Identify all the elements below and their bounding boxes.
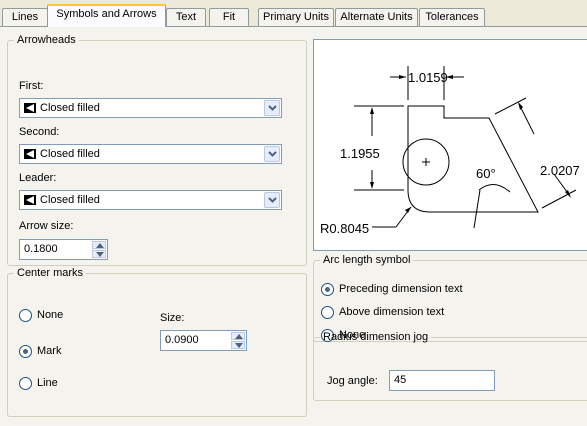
radio-circle xyxy=(321,283,334,296)
radius-jog-legend: Radius dimension jog xyxy=(323,331,429,343)
second-arrowhead-value: Closed filled xyxy=(40,148,100,160)
tab-lines[interactable]: Lines xyxy=(2,8,48,26)
jog-angle-input[interactable]: 45 xyxy=(389,370,495,391)
chevron-down-icon[interactable] xyxy=(264,146,280,162)
center-marks-legend: Center marks xyxy=(17,267,84,279)
dimension-preview: 1.0159 1.1955 2.0207 60° R0.8045 xyxy=(313,39,587,251)
angle-text: 60° xyxy=(476,166,496,181)
arrow-size-label: Arrow size: xyxy=(19,220,74,232)
arrowhead xyxy=(370,182,374,189)
radio-circle xyxy=(321,306,334,319)
angle-arc xyxy=(478,184,511,193)
radio-label: Line xyxy=(37,377,58,389)
closed-filled-arrow-icon xyxy=(24,103,36,113)
jog-angle-value: 45 xyxy=(394,374,407,386)
spin-up-button[interactable] xyxy=(92,241,106,249)
center-size-label: Size: xyxy=(160,312,185,324)
chevron-down-icon[interactable] xyxy=(264,192,280,208)
center-marks-group: Center marks None Mark Line Size: 0.0900 xyxy=(7,267,307,417)
tab-strip: Lines Symbols and Arrows Text Fit Primar… xyxy=(0,0,587,27)
spin-down-button[interactable] xyxy=(92,250,106,258)
first-arrowhead-select[interactable]: Closed filled xyxy=(19,98,282,118)
angle-leader xyxy=(473,189,481,229)
tab-panel: Arrowheads First: Closed filled Second: … xyxy=(0,26,587,426)
tab-label: Alternate Units xyxy=(340,11,413,23)
spin-up-button[interactable] xyxy=(231,332,245,340)
preview-drawing: 1.0159 1.1955 2.0207 60° R0.8045 xyxy=(320,66,580,236)
first-arrowhead-value: Closed filled xyxy=(40,102,100,114)
dim-right-text: 2.0207 xyxy=(540,163,580,178)
radio-circle xyxy=(19,309,32,322)
part-outline xyxy=(407,105,539,213)
radius-jog-group: Radius dimension jog Jog angle: 45 xyxy=(313,331,587,401)
radio-selected-dot xyxy=(325,287,330,292)
arrowhead xyxy=(405,207,411,213)
closed-filled-arrow-icon xyxy=(24,195,36,205)
extension-line xyxy=(541,189,577,209)
tab-primary-units[interactable]: Primary Units xyxy=(258,8,334,26)
spin-buttons xyxy=(92,241,106,258)
arrowhead xyxy=(370,107,374,114)
leader-label: Leader: xyxy=(19,172,57,184)
first-label: First: xyxy=(19,80,44,92)
radio-selected-dot xyxy=(23,349,28,354)
tab-fit[interactable]: Fit xyxy=(209,8,249,26)
dim-left-text: 1.1955 xyxy=(340,146,380,161)
tab-tolerances[interactable]: Tolerances xyxy=(419,8,485,26)
arc-length-legend: Arc length symbol xyxy=(323,254,411,266)
chevron-down-icon[interactable] xyxy=(264,100,280,116)
arrow-size-value: 0.1800 xyxy=(24,243,58,255)
tab-text[interactable]: Text xyxy=(166,8,206,26)
second-label: Second: xyxy=(19,126,60,138)
leader-arrowhead-value: Closed filled xyxy=(40,194,100,206)
spin-buttons xyxy=(231,332,245,349)
tab-label: Symbols and Arrows xyxy=(56,8,157,20)
arrowhead xyxy=(399,75,406,79)
second-arrowhead-select[interactable]: Closed filled xyxy=(19,144,282,164)
radio-label: None xyxy=(37,309,64,321)
radio-circle xyxy=(19,345,32,358)
spin-down-button[interactable] xyxy=(231,341,245,349)
center-size-stepper[interactable]: 0.0900 xyxy=(160,330,247,351)
tab-label: Fit xyxy=(222,11,236,23)
dim-top-text: 1.0159 xyxy=(408,70,448,85)
closed-filled-arrow-icon xyxy=(24,149,36,159)
arrow-size-stepper[interactable]: 0.1800 xyxy=(19,239,108,260)
arc-length-symbol-group: Arc length symbol Preceding dimension te… xyxy=(313,254,587,342)
tab-symbols-and-arrows[interactable]: Symbols and Arrows xyxy=(47,4,166,27)
tab-label: Lines xyxy=(11,11,39,23)
tab-label: Tolerances xyxy=(425,11,479,23)
radio-circle xyxy=(19,377,32,390)
radio-label: Preceding dimension text xyxy=(339,283,463,295)
radio-label: Above dimension text xyxy=(339,306,445,318)
tab-alternate-units[interactable]: Alternate Units xyxy=(335,8,418,26)
center-size-value: 0.0900 xyxy=(165,334,199,346)
arrowheads-group: Arrowheads First: Closed filled Second: … xyxy=(7,34,307,266)
leader-arrowhead-select[interactable]: Closed filled xyxy=(19,190,282,210)
arrowhead xyxy=(518,102,523,110)
tab-label: Primary Units xyxy=(262,11,329,23)
arrowheads-legend: Arrowheads xyxy=(17,34,76,46)
radius-text: R0.8045 xyxy=(320,221,369,236)
radio-label: Mark xyxy=(37,345,62,357)
tab-label: Text xyxy=(175,11,197,23)
jog-angle-label: Jog angle: xyxy=(327,375,378,387)
